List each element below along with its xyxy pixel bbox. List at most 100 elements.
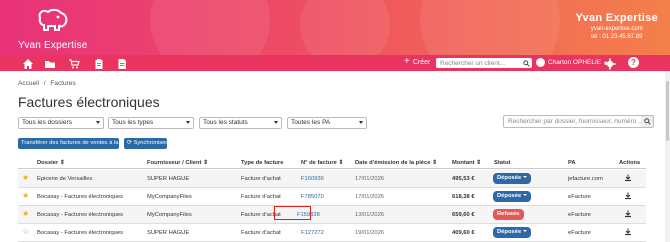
user-name: Charton OPHELIE [548, 59, 602, 66]
download-icon[interactable] [624, 192, 632, 200]
logo-elephant-icon[interactable] [36, 8, 70, 34]
cell-montant: 618,38 € [452, 194, 475, 200]
status-label: Refusée [497, 211, 520, 217]
filter-types-value: Tous les types [112, 119, 154, 126]
col-dossier-label: Dossier [37, 160, 59, 166]
download-icon[interactable] [624, 210, 632, 218]
cell-dossier: Bocasay - Factures électroniques [37, 212, 124, 218]
transfer-button[interactable]: Transférer des factures de ventes à la P… [18, 138, 127, 149]
status-label: Déposée [497, 193, 522, 199]
col-dossier[interactable]: Dossier ⇕ [37, 160, 65, 166]
breadcrumb-home[interactable]: Accueil [18, 80, 39, 87]
filter-dossiers[interactable]: Tous les dossiers [18, 117, 104, 129]
cell-montant: 495,53 € [452, 176, 475, 182]
cell-pa: eFacture [568, 230, 591, 236]
col-fournisseur-label: Fournisseur / Client [147, 160, 202, 166]
sync-button[interactable]: ⟳ Synchroniser [124, 138, 167, 149]
cell-type: Facture d'achat [241, 194, 281, 200]
sort-icon: ⇕ [476, 160, 482, 166]
folder-icon[interactable] [44, 57, 56, 69]
cell-fournisseur: MyCompanyFiles [147, 212, 192, 218]
cell-fournisseur: MyCompanyFiles [147, 194, 192, 200]
caret-down-icon [523, 194, 528, 197]
star-icon[interactable]: ★ [22, 210, 29, 218]
client-search-input[interactable]: Rechercher un client... [436, 58, 532, 68]
col-montant[interactable]: Montant ⇕ [452, 160, 481, 166]
cart-icon[interactable] [68, 57, 80, 69]
sort-icon: ⇕ [432, 160, 437, 166]
create-label: Créer [412, 58, 431, 66]
caret-down-icon [523, 176, 528, 179]
caret-down-icon [274, 121, 278, 124]
avatar [536, 58, 545, 67]
col-numero[interactable]: N° de facture ⇕ [301, 160, 343, 166]
cell-dossier: Epicerie de Versailles [37, 176, 93, 182]
col-date[interactable]: Date d'émission de la pièce ⇕ [355, 160, 437, 166]
cell-fournisseur: SUPER HAGUE [147, 230, 190, 236]
help-icon[interactable]: ? [628, 57, 639, 68]
clipboard-icon[interactable] [93, 57, 105, 69]
search-icon[interactable] [641, 116, 653, 127]
breadcrumb: Accueil / Factures [18, 80, 76, 87]
cell-montant: 409,60 € [452, 230, 475, 236]
filter-statuts-value: Tous les statuts [203, 119, 248, 126]
status-badge[interactable]: Déposée [493, 191, 532, 202]
scrollbar-thumb[interactable] [666, 81, 669, 141]
filter-pa[interactable]: Toutes les PA [287, 117, 367, 129]
sync-label: Synchroniser [133, 140, 168, 146]
user-menu[interactable]: Charton OPHELIE ▾ [536, 58, 607, 67]
col-pa-label: PA [568, 160, 576, 166]
cell-fournisseur: SUPER HAGUE [147, 176, 190, 182]
cell-numero-link[interactable]: F785070 [301, 194, 324, 200]
table-row[interactable]: ★ Bocasay - Factures électroniques MyCom… [18, 188, 646, 206]
table-row[interactable]: ★ Epicerie de Versailles SUPER HAGUE Fac… [18, 170, 646, 188]
status-label: Déposée [497, 229, 522, 235]
cell-numero-link[interactable]: F127272 [301, 230, 324, 236]
status-label: Déposée [497, 175, 522, 181]
table-row[interactable]: ☆ Bocasay - Factures électroniques SUPER… [18, 224, 646, 242]
invoice-search-input[interactable]: Rechercher par dossier, fournisseur, num… [503, 115, 654, 128]
cell-date: 17/01/2026 [355, 176, 385, 182]
cell-numero-link[interactable]: F160936 [301, 176, 324, 182]
download-icon[interactable] [624, 174, 632, 182]
caret-down-icon [96, 121, 100, 124]
col-fournisseur[interactable]: Fournisseur / Client ⇕ [147, 160, 208, 166]
col-type-label: Type de facture [241, 160, 284, 166]
cell-type: Facture d'achat [241, 176, 281, 182]
col-numero-label: N° de facture [301, 160, 337, 166]
client-search-placeholder: Rechercher un client... [440, 59, 506, 67]
sort-icon: ⇕ [59, 160, 65, 166]
filter-types[interactable]: Tous les types [108, 117, 194, 129]
table-row[interactable]: ★ Bocasay - Factures électroniques MyCom… [18, 206, 646, 224]
document-icon[interactable] [116, 57, 128, 69]
search-icon[interactable] [520, 58, 532, 68]
scrollbar[interactable] [665, 71, 670, 242]
sort-icon: ⇕ [203, 160, 208, 166]
caret-down-icon [359, 121, 363, 124]
status-badge[interactable]: Déposée [493, 227, 532, 238]
gear-icon[interactable] [604, 57, 616, 70]
breadcrumb-separator: / [43, 80, 46, 87]
refresh-icon: ⟳ [127, 140, 132, 146]
star-outline-icon[interactable]: ☆ [22, 228, 29, 236]
col-statut: Statut [494, 160, 510, 166]
brand-tel: tel : 01.23.45.67.89 [591, 34, 643, 40]
star-icon[interactable]: ★ [22, 174, 29, 182]
filter-pa-value: Toutes les PA [291, 119, 331, 126]
page-title: Factures électroniques [18, 94, 160, 110]
create-button[interactable]: + Créer [404, 57, 431, 67]
col-actions: Actions [619, 160, 640, 166]
col-date-label: Date d'émission de la pièce [355, 160, 431, 166]
home-icon[interactable] [22, 57, 34, 69]
top-nav: + Créer Rechercher un client... Charton … [0, 55, 670, 71]
col-montant-label: Montant [452, 160, 475, 166]
cell-dossier: Bocasay - Factures électroniques [37, 230, 124, 236]
star-icon[interactable]: ★ [22, 192, 29, 200]
col-pa: PA [568, 160, 576, 166]
download-icon[interactable] [624, 228, 632, 236]
filter-statuts[interactable]: Tous les statuts [199, 117, 282, 129]
status-badge[interactable]: Déposée [493, 173, 532, 184]
brand-info: Yvan Expertise yvan-expertise.com tel : … [576, 12, 658, 40]
brand-name: Yvan Expertise [575, 12, 658, 24]
cell-pa: eFacture [568, 194, 591, 200]
